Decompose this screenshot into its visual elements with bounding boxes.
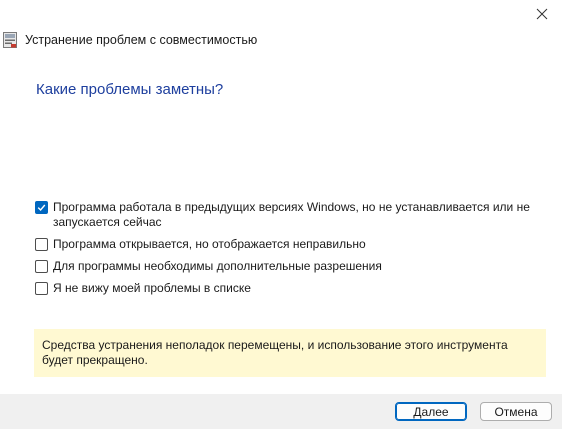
option-label: Программа работала в предыдущих версиях … <box>53 200 530 229</box>
close-icon <box>536 8 548 20</box>
page-heading: Какие проблемы заметны? <box>36 81 224 98</box>
option-displays-incorrectly[interactable]: Программа открывается, но отображается н… <box>35 237 535 252</box>
troubleshooter-window: Устранение проблем с совместимостью Каки… <box>0 0 562 429</box>
close-button[interactable] <box>522 0 562 28</box>
deprecation-notice: Средства устранения неполадок перемещены… <box>34 329 546 377</box>
checkbox-checked[interactable] <box>35 201 48 214</box>
option-problem-not-listed[interactable]: Я не вижу моей проблемы в списке <box>35 281 535 296</box>
cancel-button[interactable]: Отмена <box>480 402 552 421</box>
problem-options-list: Программа работала в предыдущих версиях … <box>35 200 535 303</box>
option-label: Для программы необходимы дополнительные … <box>53 259 382 273</box>
option-label: Я не вижу моей проблемы в списке <box>53 281 251 295</box>
window-title: Устранение проблем с совместимостью <box>25 33 258 47</box>
option-previous-windows[interactable]: Программа работала в предыдущих версиях … <box>35 200 535 230</box>
checkbox-unchecked[interactable] <box>35 238 48 251</box>
checkmark-icon <box>37 204 46 212</box>
next-button[interactable]: Далее <box>395 402 467 421</box>
option-needs-permissions[interactable]: Для программы необходимы дополнительные … <box>35 259 535 274</box>
checkbox-unchecked[interactable] <box>35 282 48 295</box>
option-label: Программа открывается, но отображается н… <box>53 237 366 251</box>
wizard-footer: Далее Отмена <box>0 394 562 429</box>
compatibility-troubleshooter-icon <box>3 32 17 48</box>
wizard-header: Устранение проблем с совместимостью <box>3 32 257 48</box>
checkbox-unchecked[interactable] <box>35 260 48 273</box>
